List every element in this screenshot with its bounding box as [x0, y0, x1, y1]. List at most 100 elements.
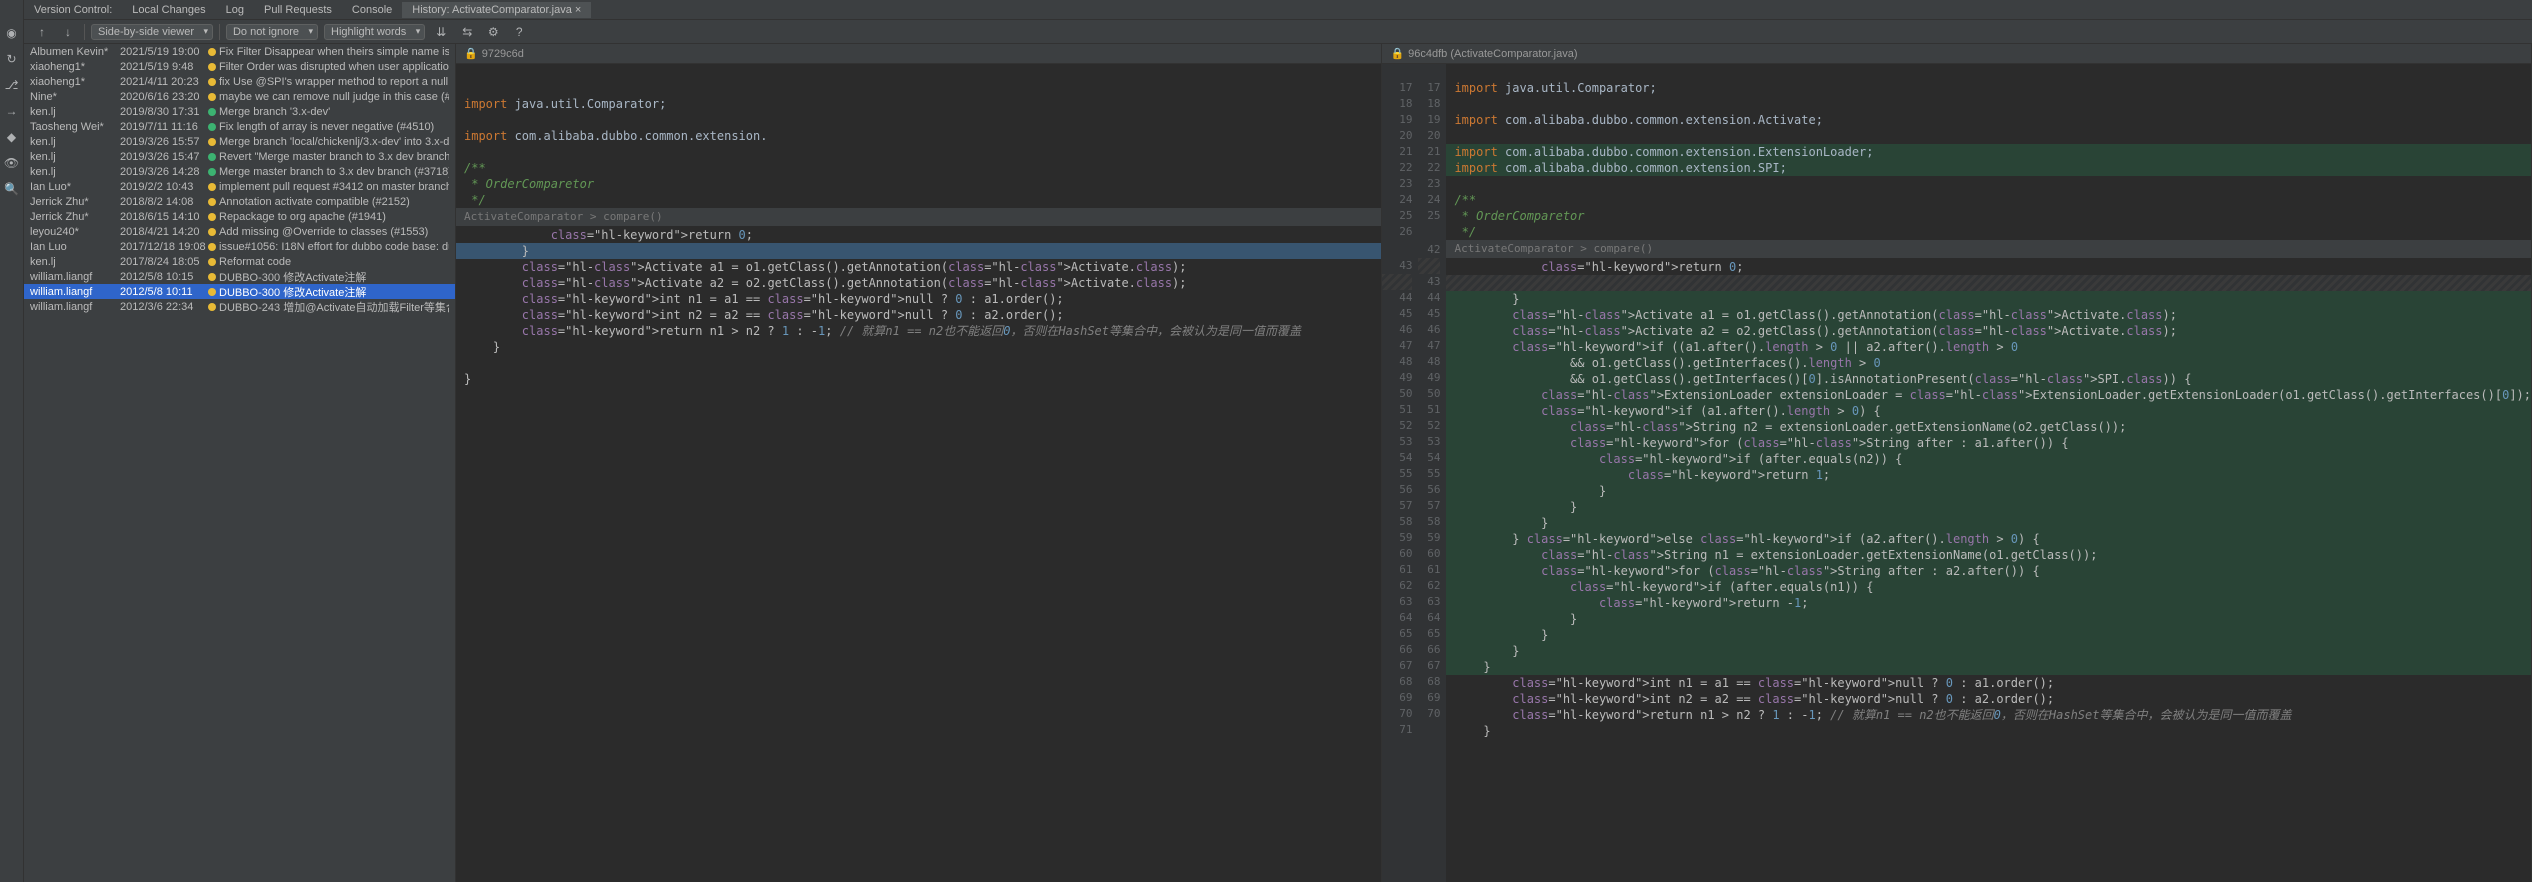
left-diff-pane: 🔒 9729c6d import java.util.Comparator; im… [456, 44, 1382, 882]
code-line: * OrderComparetor [1446, 208, 2531, 224]
code-line: import com.alibaba.dubbo.common.extensio… [1446, 112, 2531, 128]
code-line [1446, 96, 2531, 112]
code-line: && o1.getClass().getInterfaces().length … [1446, 355, 2531, 371]
code-line: } [1446, 611, 2531, 627]
code-line: /** [1446, 192, 2531, 208]
code-line: * OrderComparetor [456, 176, 1381, 192]
search-icon[interactable]: 🔍 [4, 181, 20, 197]
code-line: } [1446, 627, 2531, 643]
code-line: class="hl-keyword">if (after.equals(n2))… [1446, 451, 2531, 467]
commit-row[interactable]: leyou240*2018/4/21 14:20Add missing @Ove… [24, 224, 455, 239]
code-line: class="hl-class">String n1 = extensionLo… [1446, 547, 2531, 563]
commit-row[interactable]: Jerrick Zhu*2018/8/2 14:08Annotation act… [24, 194, 455, 209]
left-tool-rail: ◉ ↻ ⎇ → ◆ 👁 🔍 [0, 0, 24, 882]
code-line: import com.alibaba.dubbo.common.extensio… [1446, 144, 2531, 160]
tab-log[interactable]: Log [216, 2, 254, 18]
cherry-pick-icon[interactable]: ◆ [4, 129, 20, 145]
commit-row[interactable]: Taosheng Wei*2019/7/11 11:16Fix length o… [24, 119, 455, 134]
code-line: class="hl-keyword">if (a1.after().length… [1446, 403, 2531, 419]
tab-local-changes[interactable]: Local Changes [122, 2, 215, 18]
commit-row[interactable]: xiaoheng1*2021/4/11 20:23fix Use @SPI's … [24, 74, 455, 89]
highlight-select[interactable]: Highlight words [324, 24, 425, 40]
lock-icon: 🔒 [464, 47, 478, 60]
commit-row[interactable]: Albumen Kevin*2021/5/19 19:00Fix Filter … [24, 44, 455, 59]
commit-row[interactable]: Jerrick Zhu*2018/6/15 14:10Repackage to … [24, 209, 455, 224]
tab-history[interactable]: History: ActivateComparator.java × [402, 2, 591, 18]
viewer-mode-select[interactable]: Side-by-side viewer [91, 24, 213, 40]
code-line: class="hl-class">Activate a2 = o2.getCla… [1446, 323, 2531, 339]
right-diff-pane: 🔒 96c4dfb (ActivateComparator.java) 1718… [1382, 44, 2532, 882]
lock-icon: 🔒 [1390, 47, 1404, 60]
code-line: import com.alibaba.dubbo.common.extensio… [1446, 160, 2531, 176]
code-line: class="hl-class">Activate a2 = o2.getCla… [456, 275, 1381, 291]
tab-console[interactable]: Console [342, 2, 402, 18]
code-line: class="hl-keyword">if (after.equals(n1))… [1446, 579, 2531, 595]
commit-row[interactable]: william.liangf2012/5/8 10:11DUBBO-300 修改… [24, 284, 455, 299]
code-line: } [1446, 483, 2531, 499]
right-rev-header: 🔒 96c4dfb (ActivateComparator.java) [1382, 44, 2531, 64]
code-line: class="hl-keyword">return n1 > n2 ? 1 : … [1446, 707, 2531, 723]
left-rev-header: 🔒 9729c6d [456, 44, 1381, 64]
code-line [456, 112, 1381, 128]
breadcrumb[interactable]: ActivateComparator > compare() [456, 208, 1381, 227]
eye-icon[interactable]: 👁 [4, 155, 20, 171]
diff-toolbar: ↑ ↓ Side-by-side viewer Do not ignore Hi… [24, 20, 2532, 44]
tab-version-control: Version Control: [24, 2, 122, 18]
collapse-icon[interactable]: ⇊ [431, 22, 451, 42]
code-line: class="hl-class">Activate a1 = o1.getCla… [1446, 307, 2531, 323]
code-line: class="hl-keyword">for (class="hl-class"… [1446, 563, 2531, 579]
next-diff-icon[interactable]: ↓ [58, 22, 78, 42]
commit-row[interactable]: ken.lj2019/3/26 14:28Merge master branch… [24, 164, 455, 179]
code-line: import java.util.Comparator; [456, 96, 1381, 112]
code-line: */ [1446, 224, 2531, 240]
prev-diff-icon[interactable]: ↑ [32, 22, 52, 42]
code-line [1446, 128, 2531, 144]
code-line: } [456, 371, 1381, 387]
code-line: class="hl-class">Activate a1 = o1.getCla… [456, 259, 1381, 275]
code-line [456, 144, 1381, 160]
code-line: } [1446, 723, 2531, 739]
commit-row[interactable]: ken.lj2019/8/30 17:31Merge branch '3.x-d… [24, 104, 455, 119]
code-line: class="hl-keyword">int n1 = a1 == class=… [1446, 675, 2531, 691]
code-line: } [1446, 499, 2531, 515]
commit-row[interactable]: xiaoheng1*2021/5/19 9:48Filter Order was… [24, 59, 455, 74]
code-line [456, 355, 1381, 371]
commit-row[interactable]: ken.lj2017/8/24 18:05Reformat code [24, 254, 455, 269]
code-line: } [1446, 291, 2531, 307]
commit-row[interactable]: Ian Luo*2019/2/2 10:43implement pull req… [24, 179, 455, 194]
commit-row[interactable]: william.liangf2012/3/6 22:34DUBBO-243 增加… [24, 299, 455, 314]
code-line: class="hl-keyword">return n1 > n2 ? 1 : … [456, 323, 1381, 339]
arrow-icon[interactable]: → [4, 103, 20, 119]
code-line: import java.util.Comparator; [1446, 80, 2531, 96]
code-line: && o1.getClass().getInterfaces()[0].isAn… [1446, 371, 2531, 387]
commit-row[interactable]: Nine*2020/6/16 23:20maybe we can remove … [24, 89, 455, 104]
commit-row[interactable]: ken.lj2019/3/26 15:47Revert "Merge maste… [24, 149, 455, 164]
branch-icon[interactable]: ⎇ [4, 77, 20, 93]
code-line: } [1446, 515, 2531, 531]
commit-icon[interactable]: ◉ [4, 25, 20, 41]
code-line: } [1446, 643, 2531, 659]
code-line: class="hl-keyword">int n2 = a2 == class=… [1446, 691, 2531, 707]
code-line: */ [456, 192, 1381, 208]
code-line: class="hl-keyword">int n2 = a2 == class=… [456, 307, 1381, 323]
ignore-select[interactable]: Do not ignore [226, 24, 318, 40]
code-line: class="hl-keyword">return 0; [456, 227, 1381, 243]
settings-icon[interactable]: ⚙ [483, 22, 503, 42]
help-icon[interactable]: ? [509, 22, 529, 42]
code-line: import com.alibaba.dubbo.common.extensio… [456, 128, 1381, 144]
breadcrumb[interactable]: ActivateComparator > compare() [1446, 240, 2531, 259]
tab-pull-requests[interactable]: Pull Requests [254, 2, 342, 18]
commit-row[interactable]: william.liangf2012/5/8 10:15DUBBO-300 修改… [24, 269, 455, 284]
code-line: class="hl-keyword">return 1; [1446, 467, 2531, 483]
code-line: class="hl-class">String n2 = extensionLo… [1446, 419, 2531, 435]
code-line: class="hl-keyword">if ((a1.after().lengt… [1446, 339, 2531, 355]
sync-scroll-icon[interactable]: ⇆ [457, 22, 477, 42]
code-line [1446, 176, 2531, 192]
code-line: class="hl-keyword">for (class="hl-class"… [1446, 435, 2531, 451]
refresh-icon[interactable]: ↻ [4, 51, 20, 67]
code-line: } [456, 243, 1381, 259]
commit-row[interactable]: Ian Luo2017/12/18 19:08issue#1056: I18N … [24, 239, 455, 254]
code-line: /** [456, 160, 1381, 176]
commit-row[interactable]: ken.lj2019/3/26 15:57Merge branch 'local… [24, 134, 455, 149]
code-line: } [1446, 659, 2531, 675]
